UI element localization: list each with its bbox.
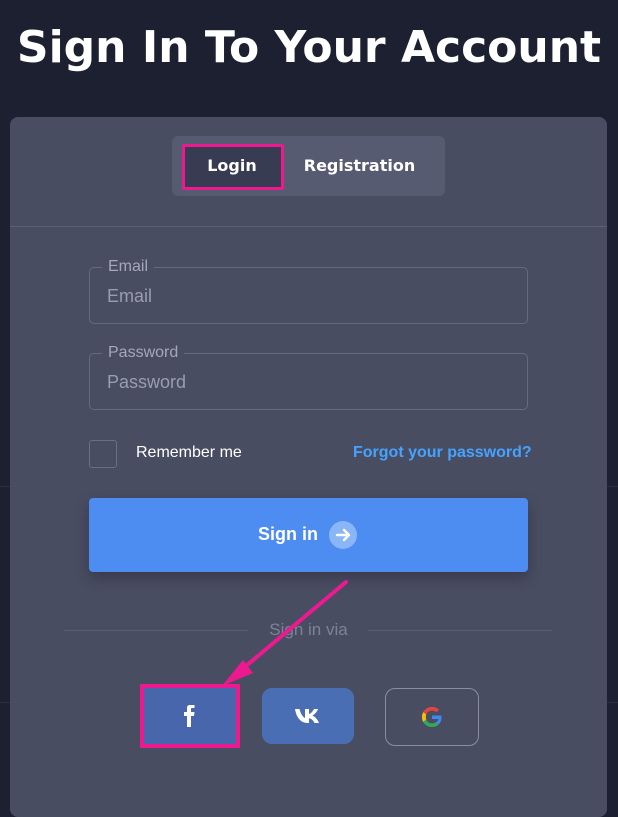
email-input[interactable] (107, 284, 507, 308)
vk-login-button[interactable] (262, 688, 354, 744)
remember-checkbox[interactable] (89, 440, 117, 468)
google-login-button[interactable] (385, 688, 479, 746)
forgot-password-link[interactable]: Forgot your password? (353, 444, 532, 462)
remember-label: Remember me (136, 444, 242, 461)
page-title: Sign In To Your Account (16, 22, 602, 73)
sign-in-button[interactable]: Sign in (89, 498, 528, 572)
password-legend: Password (102, 344, 185, 362)
sign-in-via-label: Sign in via (269, 620, 348, 639)
sign-in-label: Sign in (258, 524, 318, 544)
tab-login-label: Login (207, 156, 257, 175)
tab-bar: Login Registration (172, 136, 445, 196)
tab-registration[interactable]: Registration (292, 136, 427, 196)
password-input[interactable] (107, 370, 507, 394)
facebook-login-button[interactable] (140, 684, 240, 748)
tab-login[interactable]: Login (182, 136, 284, 196)
email-legend: Email (102, 258, 155, 276)
header-divider (10, 226, 607, 227)
login-card: Login Registration Email Password Rememb… (10, 117, 607, 817)
google-icon (422, 707, 443, 727)
password-field: Password (89, 344, 528, 410)
facebook-icon (184, 705, 195, 727)
vk-icon (295, 709, 319, 723)
arrow-right-icon (329, 521, 357, 549)
email-field: Email (89, 258, 528, 324)
tab-registration-label: Registration (303, 156, 416, 175)
